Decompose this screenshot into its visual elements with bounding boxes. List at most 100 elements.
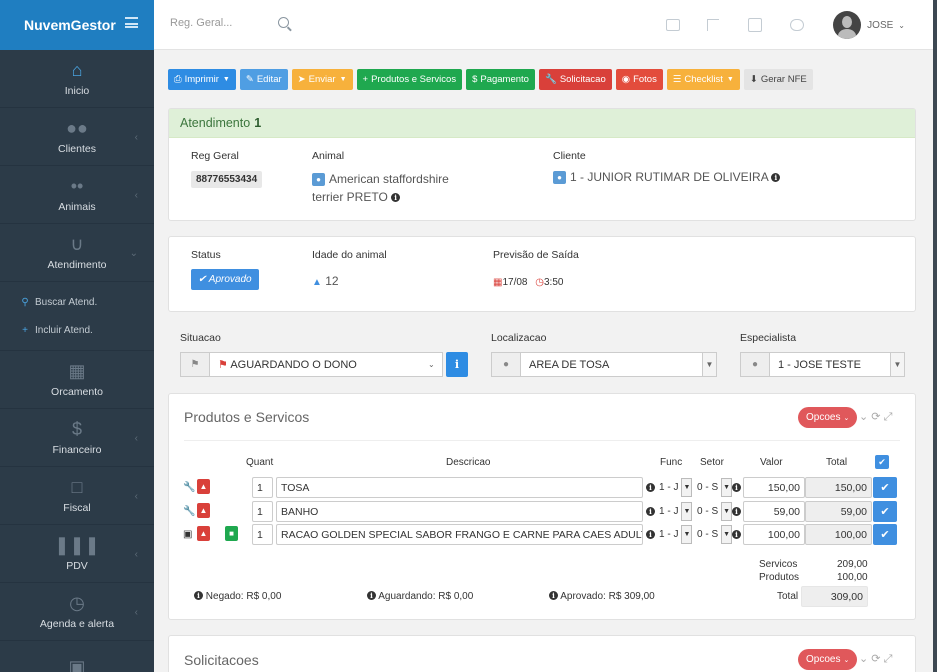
- fotos-button[interactable]: ◉ Fotos: [615, 69, 663, 90]
- enviar-button[interactable]: ➤ Enviar ▼: [291, 69, 353, 90]
- servicos-value: 209,00: [837, 559, 868, 570]
- setor-select[interactable]: 0 - S ▼: [697, 477, 733, 498]
- sidebar-item-clientes[interactable]: ●● Clientes ‹: [0, 108, 154, 166]
- descricao-input[interactable]: TOSA: [276, 477, 643, 498]
- quant-input[interactable]: 1: [252, 477, 273, 498]
- sidebar-item-animais[interactable]: •• Animais ‹: [0, 166, 154, 224]
- submenu-label: Buscar Atend.: [35, 296, 98, 308]
- solicitacao-button[interactable]: 🔧 Solicitacao: [538, 69, 612, 90]
- localizacao-select[interactable]: ● AREA DE TOSA ▼: [491, 352, 717, 377]
- calculator-icon[interactable]: [748, 18, 762, 32]
- cliente-value[interactable]: ● 1 - JUNIOR RUTIMAR DE OLIVEIRA i: [553, 170, 781, 184]
- total-label: Total: [777, 591, 799, 602]
- refresh-icon[interactable]: ⟳: [871, 653, 880, 665]
- func-select[interactable]: 1 - J ▼: [659, 501, 693, 522]
- aprovado-value: Aprovado: R$ 309,00: [560, 591, 655, 602]
- refresh-icon[interactable]: ⟳: [871, 411, 880, 423]
- delete-row-button[interactable]: ▲: [197, 503, 210, 518]
- chat-icon[interactable]: [790, 19, 804, 31]
- collapse-icon[interactable]: ⌄: [859, 653, 868, 665]
- lock-icon[interactable]: ■: [225, 526, 238, 541]
- setor-select[interactable]: 0 - S ▼: [697, 501, 733, 522]
- search-icon[interactable]: [278, 17, 289, 28]
- opcoes-button[interactable]: Opcoes ⌄: [798, 649, 858, 670]
- sidebar-item-pdv[interactable]: ❚❚❚ PDV ‹: [0, 525, 154, 583]
- status-badge[interactable]: ✔ Aprovado: [191, 269, 259, 290]
- valor-input[interactable]: 100,00: [743, 524, 805, 545]
- flag-icon[interactable]: [707, 19, 719, 31]
- collapse-icon[interactable]: ⌄: [859, 411, 868, 423]
- produtos-servicos-button[interactable]: + Produtos e Servicos: [356, 69, 463, 90]
- valor-input[interactable]: 59,00: [743, 501, 805, 522]
- sidebar-item-estoque[interactable]: ▣: [0, 641, 154, 672]
- button-label: Pagamento: [480, 74, 529, 85]
- delete-row-button[interactable]: ▲: [197, 526, 210, 541]
- info-icon[interactable]: i: [391, 193, 401, 202]
- info-icon[interactable]: i: [732, 507, 741, 516]
- descricao-input[interactable]: BANHO: [276, 501, 643, 522]
- descricao-input[interactable]: RACAO GOLDEN SPECIAL SABOR FRANGO E CARN…: [276, 524, 643, 545]
- chevron-down-icon: ▼: [681, 478, 693, 497]
- submenu-buscar-atend[interactable]: ⚲ Buscar Atend.: [20, 288, 154, 316]
- button-label: Enviar: [308, 74, 336, 85]
- animal-value[interactable]: ● American staffordshire terrier PRETO i: [312, 170, 449, 206]
- expand-icon[interactable]: ⤢: [884, 653, 893, 665]
- user-menu[interactable]: JOSE ⌄: [833, 11, 905, 39]
- row-checkbox[interactable]: ✔: [873, 501, 897, 522]
- info-icon[interactable]: i: [732, 483, 741, 492]
- button-label: Fotos: [633, 74, 657, 85]
- quant-input[interactable]: 1: [252, 524, 273, 545]
- plus-icon: +: [22, 324, 28, 336]
- setor-value: 0 - S: [697, 482, 719, 493]
- camera-icon: ◉: [621, 74, 631, 85]
- info-icon[interactable]: i: [646, 507, 655, 516]
- localizacao-value: AREA DE TOSA: [529, 358, 610, 371]
- submenu-label: Incluir Atend.: [35, 324, 93, 336]
- red-flag-icon: ⚑: [218, 359, 228, 371]
- info-icon[interactable]: i: [646, 483, 655, 492]
- select-all-checkbox[interactable]: ✔: [875, 455, 889, 469]
- valor-input[interactable]: 150,00: [743, 477, 805, 498]
- wrench-icon[interactable]: 🔧: [183, 482, 195, 493]
- checklist-button[interactable]: ☰ Checklist ▼: [666, 69, 740, 90]
- opcoes-button[interactable]: Opcoes ⌄: [798, 407, 858, 428]
- search-input[interactable]: Reg. Geral...: [170, 17, 232, 29]
- info-icon[interactable]: i: [646, 530, 655, 539]
- hamburger-menu-icon[interactable]: [125, 17, 138, 28]
- gerar-nfe-button[interactable]: ⬇ Gerar NFE: [743, 69, 813, 90]
- func-select[interactable]: 1 - J ▼: [659, 524, 693, 545]
- row-checkbox[interactable]: ✔: [873, 524, 897, 545]
- page-scrollbar[interactable]: [933, 0, 937, 672]
- info-icon[interactable]: i: [732, 530, 741, 539]
- sidebar-item-inicio[interactable]: ⌂ Inicio: [0, 50, 154, 108]
- chevron-left-icon: ‹: [134, 132, 138, 143]
- pagamento-button[interactable]: $ Pagamento: [466, 69, 535, 90]
- expand-icon[interactable]: ⤢: [884, 411, 893, 423]
- row-checkbox[interactable]: ✔: [873, 477, 897, 498]
- delete-row-button[interactable]: ▲: [197, 479, 210, 494]
- grand-total: 309,00: [801, 586, 868, 607]
- func-value: 1 - J: [659, 529, 679, 540]
- func-select[interactable]: 1 - J ▼: [659, 477, 693, 498]
- sidebar-item-atendimento[interactable]: ∪ Atendimento ⌄: [0, 224, 154, 282]
- submenu-incluir-atend[interactable]: + Incluir Atend.: [20, 316, 154, 344]
- especialista-select[interactable]: ● 1 - JOSE TESTE ▼: [740, 352, 905, 377]
- situacao-select[interactable]: ⚑ ⚑ AGUARDANDO O DONO ⌄: [180, 352, 443, 377]
- quant-input[interactable]: 1: [252, 501, 273, 522]
- setor-select[interactable]: 0 - S ▼: [697, 524, 733, 545]
- info-icon[interactable]: i: [771, 173, 781, 182]
- wrench-icon[interactable]: 🔧: [183, 506, 195, 517]
- brand-logo[interactable]: NuvemGestor: [0, 0, 154, 50]
- users-icon: ●●: [66, 118, 88, 138]
- sidebar-item-fiscal[interactable]: □ Fiscal ‹: [0, 467, 154, 525]
- situacao-info-button[interactable]: i: [446, 352, 468, 377]
- box-icon[interactable]: ▣: [183, 529, 192, 540]
- chevron-down-icon: ▼: [222, 76, 230, 83]
- sidebar-item-financeiro[interactable]: $ Financeiro ‹: [0, 409, 154, 467]
- imprimir-button[interactable]: ⎙ Imprimir ▼: [168, 69, 236, 90]
- sidebar-item-orcamento[interactable]: ▦ Orcamento: [0, 351, 154, 409]
- editar-button[interactable]: ✎ Editar: [239, 69, 288, 90]
- sidebar-item-agenda[interactable]: ◷ Agenda e alerta ‹: [0, 583, 154, 641]
- mail-icon[interactable]: [666, 19, 680, 31]
- sidebar-item-label: Atendimento: [47, 259, 107, 271]
